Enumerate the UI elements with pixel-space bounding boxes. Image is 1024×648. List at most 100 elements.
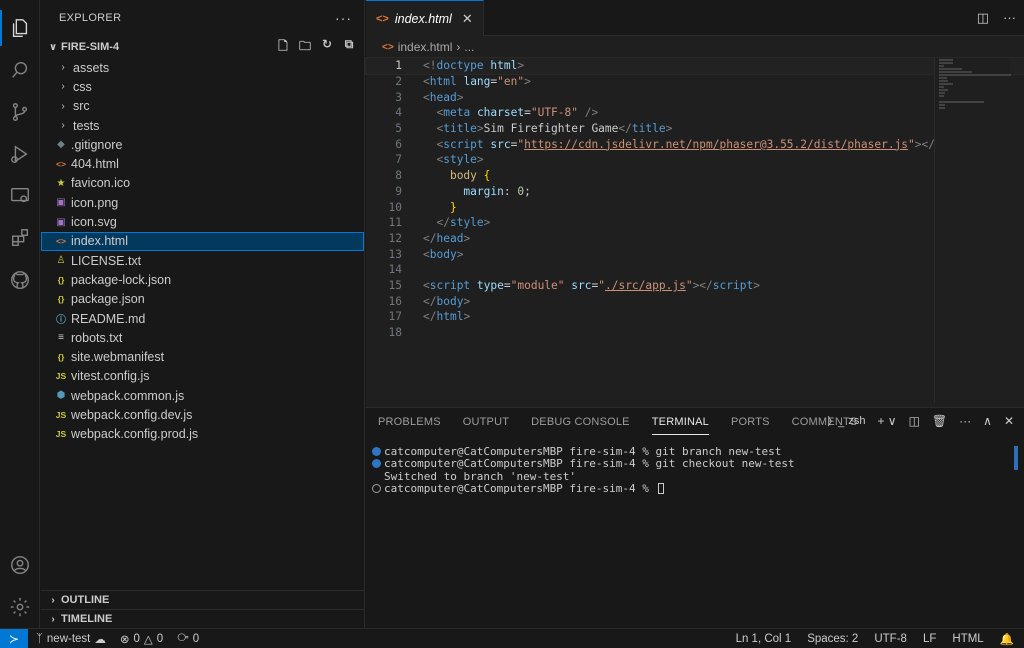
tree-file-item[interactable]: {} site.webmanifest xyxy=(41,347,364,366)
split-terminal-icon[interactable]: ◫ xyxy=(909,414,920,428)
panel-tab-problems[interactable]: PROBLEMS xyxy=(378,408,441,436)
explorer-icon[interactable] xyxy=(0,10,32,46)
code-line[interactable]: 5 <title>Sim Firefighter Game</title> xyxy=(366,121,1024,137)
source-control-icon[interactable] xyxy=(8,100,32,124)
encoding[interactable]: UTF-8 xyxy=(874,633,907,645)
end-of-line[interactable]: LF xyxy=(923,633,936,645)
command-decoration-icon[interactable] xyxy=(372,459,381,469)
cursor-position[interactable]: Ln 1, Col 1 xyxy=(736,633,792,645)
code-token: ./src/app.js xyxy=(604,278,686,292)
tab-index-html[interactable]: <> index.html ✕ xyxy=(366,0,484,36)
tree-file-item[interactable]: ▣ icon.png xyxy=(41,193,364,212)
panel-tab-debug-console[interactable]: DEBUG CONSOLE xyxy=(531,408,630,436)
tree-file-item[interactable]: ▣ icon.svg xyxy=(41,212,364,231)
indentation[interactable]: Spaces: 2 xyxy=(807,633,858,645)
code-line[interactable]: 14 xyxy=(366,262,1024,278)
tree-file-item[interactable]: <> index.html xyxy=(41,231,364,251)
branch-indicator[interactable]: ᛉ new-test ☁ xyxy=(36,632,106,646)
refresh-icon[interactable]: ↻ xyxy=(320,37,334,58)
terminal[interactable]: catcomputer@CatComputersMBP fire-sim-4 %… xyxy=(366,436,1024,495)
code-editor[interactable]: 1 <!doctype html> 2 <html lang="en"> 3 <head>… xyxy=(365,57,1024,341)
breadcrumb-file[interactable]: index.html xyxy=(398,40,453,54)
language-mode[interactable]: HTML xyxy=(952,633,983,645)
shell-name: zsh xyxy=(848,415,866,427)
account-icon[interactable] xyxy=(8,553,32,577)
tree-file-item[interactable]: ◆ .gitignore xyxy=(41,135,364,154)
sync-icon: ☁ xyxy=(94,633,106,646)
remote-indicator-icon[interactable]: ≻ xyxy=(0,628,28,648)
terminal-shell-selector[interactable]: 〉_ zsh xyxy=(827,413,865,429)
code-token: title xyxy=(631,122,666,136)
manage-gear-icon[interactable] xyxy=(8,595,32,619)
project-folder-header[interactable]: ∨ FIRE-SIM-4 🗋 🗀 ↻ ⧉ xyxy=(41,36,364,58)
code-line[interactable]: 10 } xyxy=(366,199,1024,215)
search-icon[interactable] xyxy=(8,58,32,82)
new-folder-icon[interactable]: 🗀 xyxy=(298,37,312,58)
tree-folder-item[interactable]: › tests xyxy=(41,116,364,135)
code-line[interactable]: 15 <script type="module" src="./src/app.j… xyxy=(366,278,1024,294)
code-line[interactable]: 9 margin: 0; xyxy=(366,184,1024,200)
close-icon[interactable]: ✕ xyxy=(462,11,473,27)
github-icon[interactable] xyxy=(8,268,32,292)
split-editor-icon[interactable]: ◫ xyxy=(977,10,989,26)
line-content: </body> xyxy=(402,295,470,308)
panel-tab-terminal[interactable]: TERMINAL xyxy=(651,408,710,436)
breadcrumb-more[interactable]: ... xyxy=(464,40,474,54)
code-line[interactable]: 1 <!doctype html> xyxy=(365,57,1024,75)
tree-folder-item[interactable]: › assets xyxy=(41,58,364,77)
code-line[interactable]: 13 <body> xyxy=(366,246,1024,262)
tree-file-item[interactable]: ♙ LICENSE.txt xyxy=(41,251,364,270)
notifications-bell-icon[interactable]: 🔔 xyxy=(1000,632,1014,646)
tree-file-item[interactable]: ≡ robots.txt xyxy=(41,328,364,347)
more-actions-icon[interactable]: ··· xyxy=(959,414,971,428)
close-panel-icon[interactable]: ✕ xyxy=(1004,414,1014,428)
code-line[interactable]: 3 <head> xyxy=(366,89,1024,105)
collapse-all-icon[interactable]: ⧉ xyxy=(342,37,356,58)
code-line[interactable]: 16 </body> xyxy=(366,293,1024,309)
tree-file-item[interactable]: ⬢ webpack.common.js xyxy=(41,386,364,405)
code-line[interactable]: 7 <style> xyxy=(366,152,1024,168)
panel-tab-output[interactable]: OUTPUT xyxy=(463,408,509,436)
tree-file-item[interactable]: JS webpack.config.dev.js xyxy=(41,405,364,424)
tree-file-item[interactable]: ★ favicon.ico xyxy=(41,174,364,193)
new-terminal-icon[interactable]: + ∨ xyxy=(877,414,896,428)
minimap[interactable] xyxy=(934,58,1011,403)
trash-icon[interactable]: 🗑 xyxy=(932,414,947,428)
run-debug-icon[interactable] xyxy=(8,142,32,166)
tree-file-item[interactable]: JS webpack.config.prod.js xyxy=(41,425,364,444)
code-line[interactable]: 17 </html> xyxy=(366,309,1024,325)
code-line[interactable]: 6 <script src="https://cdn.jsdelivr.net/… xyxy=(366,136,1024,152)
tree-file-item[interactable]: JS vitest.config.js xyxy=(41,367,364,386)
code-token: head xyxy=(436,231,464,245)
timeline-section[interactable]: › TIMELINE xyxy=(41,609,364,628)
code-line[interactable]: 12 </head> xyxy=(366,231,1024,247)
new-file-icon[interactable]: 🗋 xyxy=(276,37,290,58)
remote-explorer-icon[interactable] xyxy=(8,184,32,208)
command-decoration-icon[interactable] xyxy=(372,484,381,494)
code-line[interactable]: 4 <meta charset="UTF-8" /> xyxy=(366,105,1024,121)
maximize-panel-icon[interactable]: ∧ xyxy=(983,414,992,428)
outline-section[interactable]: › OUTLINE xyxy=(41,590,364,609)
panel-tab-ports[interactable]: PORTS xyxy=(731,408,770,436)
more-actions-icon[interactable]: ··· xyxy=(1003,10,1016,26)
code-line[interactable]: 11 </style> xyxy=(366,215,1024,231)
tree-folder-item[interactable]: › css xyxy=(41,77,364,96)
extensions-icon[interactable] xyxy=(8,226,32,250)
tree-folder-item[interactable]: › src xyxy=(41,97,364,116)
code-line[interactable]: 8 body { xyxy=(366,168,1024,184)
more-actions-icon[interactable]: ··· xyxy=(335,10,352,26)
tree-file-item[interactable]: <> 404.html xyxy=(41,154,364,173)
minimap-line xyxy=(939,59,953,61)
code-line[interactable]: 18 xyxy=(366,325,1024,341)
code-line[interactable]: 2 <html lang="en"> xyxy=(366,74,1024,90)
ports-indicator[interactable]: ⧂ 0 xyxy=(177,632,199,645)
terminal-line: Switched to branch 'new-test' xyxy=(372,470,1024,483)
command-decoration-icon[interactable] xyxy=(372,446,381,456)
tree-file-item[interactable]: {} package-lock.json xyxy=(41,270,364,289)
tree-file-item[interactable]: {} package.json xyxy=(41,290,364,309)
terminal-scrollbar[interactable] xyxy=(1014,446,1018,470)
code-token: meta xyxy=(443,106,471,120)
code-token: style xyxy=(443,153,477,167)
problems-indicator[interactable]: ⊗ 0 △ 0 xyxy=(120,632,163,646)
tree-file-item[interactable]: ⓘ README.md xyxy=(41,309,364,328)
